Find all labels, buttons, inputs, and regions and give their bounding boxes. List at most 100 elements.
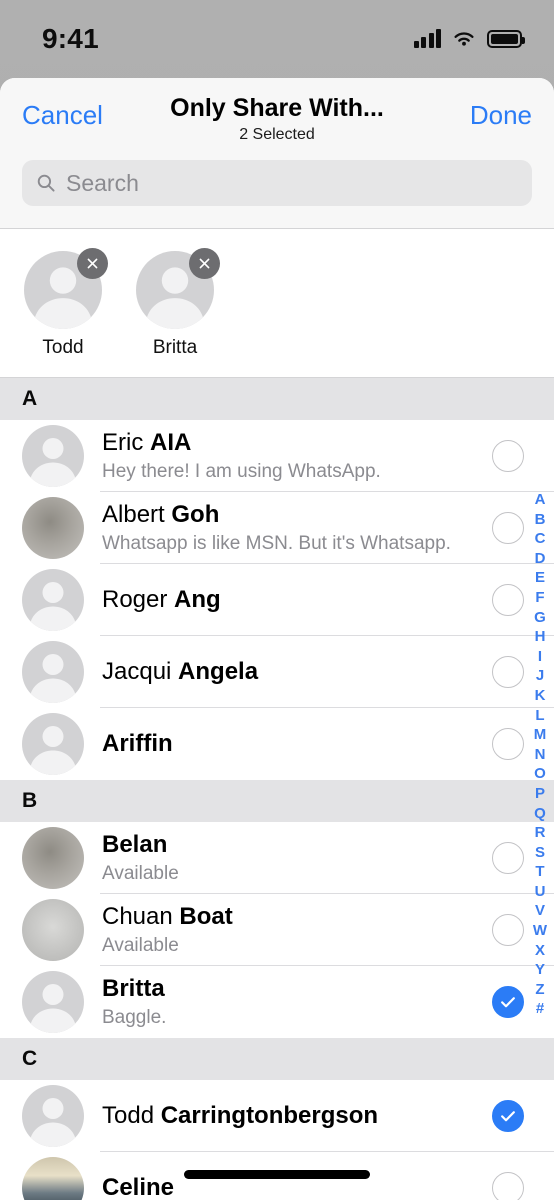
- contact-name: Britta: [102, 975, 482, 1004]
- checkbox-selected[interactable]: [492, 986, 524, 1018]
- index-letter[interactable]: K: [535, 686, 546, 706]
- selected-chip: Britta: [134, 248, 220, 359]
- contact-last-name: Carringtonbergson: [160, 1101, 379, 1129]
- index-letter[interactable]: S: [535, 843, 545, 863]
- contact-row[interactable]: Chuan Boat Available: [0, 894, 554, 966]
- checkbox-unselected[interactable]: [492, 656, 524, 688]
- index-letter[interactable]: W: [533, 921, 547, 941]
- contact-avatar: [22, 1157, 84, 1200]
- cellular-bars-icon: [413, 29, 441, 48]
- contact-row[interactable]: Todd Carringtonbergson: [0, 1080, 554, 1152]
- contact-text: Todd Carringtonbergson: [102, 1102, 492, 1131]
- index-letter[interactable]: E: [535, 568, 545, 588]
- index-letter[interactable]: J: [536, 666, 544, 686]
- wifi-icon: [454, 32, 474, 46]
- contact-avatar: [22, 641, 84, 703]
- contact-status: Baggle.: [102, 1006, 167, 1028]
- index-letter[interactable]: A: [535, 490, 546, 510]
- contact-first-name: Roger: [102, 585, 175, 613]
- contact-first-name: Eric: [102, 429, 150, 457]
- close-icon: [199, 258, 210, 269]
- contact-status: Available: [102, 934, 179, 956]
- remove-chip-button[interactable]: [77, 248, 108, 279]
- section-header: C: [0, 1038, 554, 1080]
- checkbox-unselected[interactable]: [492, 914, 524, 946]
- contact-name: Chuan Boat: [102, 903, 482, 932]
- index-letter[interactable]: L: [535, 706, 544, 726]
- index-letter[interactable]: O: [534, 764, 546, 784]
- checkbox-unselected[interactable]: [492, 440, 524, 472]
- index-letter[interactable]: Z: [535, 980, 544, 1000]
- status-icons: [413, 29, 525, 48]
- index-letter[interactable]: B: [535, 510, 546, 530]
- person-placeholder-icon: [30, 984, 76, 1033]
- contact-text: Albert Goh Whatsapp is like MSN. But it's…: [102, 501, 492, 555]
- contact-text: Jacqui Angela: [102, 658, 492, 687]
- alphabet-index[interactable]: A B C D E F G H I J K L M N O P Q R S T U V W X Y Z #: [529, 490, 551, 1019]
- contact-text: Belan Available: [102, 831, 492, 885]
- contact-text: Britta Baggle.: [102, 975, 492, 1029]
- index-letter[interactable]: C: [535, 529, 546, 549]
- contact-first-name: Jacqui: [102, 657, 179, 685]
- contact-name: Jacqui Angela: [102, 658, 482, 687]
- index-letter[interactable]: Q: [534, 804, 546, 824]
- index-letter[interactable]: I: [538, 647, 542, 667]
- contact-row[interactable]: Ariffin: [0, 708, 554, 780]
- home-indicator: [184, 1170, 370, 1179]
- contact-row[interactable]: Roger Ang: [0, 564, 554, 636]
- search-container: Search: [0, 160, 554, 228]
- contact-row[interactable]: Belan Available: [0, 822, 554, 894]
- check-icon: [501, 1111, 515, 1122]
- contact-last-name: Britta: [102, 975, 165, 1003]
- contact-avatar: [22, 899, 84, 961]
- contact-avatar: [22, 1085, 84, 1147]
- index-letter[interactable]: H: [535, 627, 546, 647]
- contact-last-name: Goh: [171, 501, 220, 529]
- search-placeholder: Search: [66, 169, 139, 196]
- contact-list[interactable]: A Eric AIA Hey there! I am using WhatsApp.…: [0, 378, 554, 1200]
- checkbox-unselected[interactable]: [492, 728, 524, 760]
- index-letter[interactable]: Y: [535, 960, 545, 980]
- checkbox-unselected[interactable]: [492, 584, 524, 616]
- contact-last-name: Angela: [178, 657, 259, 685]
- section-header: B: [0, 780, 554, 822]
- contact-row[interactable]: Albert Goh Whatsapp is like MSN. But it's…: [0, 492, 554, 564]
- contact-last-name: Ang: [174, 585, 221, 613]
- selected-chip: Todd: [22, 248, 108, 359]
- search-input[interactable]: Search: [22, 160, 532, 206]
- index-letter[interactable]: F: [535, 588, 544, 608]
- index-letter[interactable]: #: [536, 999, 544, 1019]
- person-placeholder-icon: [30, 726, 76, 775]
- index-letter[interactable]: X: [535, 941, 545, 961]
- chip-name: Britta: [152, 337, 198, 358]
- index-letter[interactable]: N: [535, 745, 546, 765]
- contact-avatar: [22, 497, 84, 559]
- index-letter[interactable]: D: [535, 549, 546, 569]
- contact-last-name: Boat: [179, 903, 233, 931]
- contact-text: Chuan Boat Available: [102, 903, 492, 957]
- index-letter[interactable]: V: [535, 901, 545, 921]
- index-letter[interactable]: G: [534, 608, 546, 628]
- contact-row[interactable]: Britta Baggle.: [0, 966, 554, 1038]
- contact-row[interactable]: Eric AIA Hey there! I am using WhatsApp.: [0, 420, 554, 492]
- contact-status: Available: [102, 862, 179, 884]
- contact-text: Eric AIA Hey there! I am using WhatsApp.: [102, 429, 492, 483]
- checkbox-unselected[interactable]: [492, 512, 524, 544]
- contact-text: Roger Ang: [102, 586, 492, 615]
- contact-row[interactable]: Jacqui Angela: [0, 636, 554, 708]
- index-letter[interactable]: R: [535, 823, 546, 843]
- contact-first-name: Todd: [102, 1101, 161, 1129]
- remove-chip-button[interactable]: [189, 248, 220, 279]
- index-letter[interactable]: M: [534, 725, 547, 745]
- checkbox-selected[interactable]: [492, 1100, 524, 1132]
- index-letter[interactable]: U: [535, 882, 546, 902]
- checkbox-unselected[interactable]: [492, 1172, 524, 1200]
- checkbox-unselected[interactable]: [492, 842, 524, 874]
- index-letter[interactable]: P: [535, 784, 545, 804]
- contact-last-name: Ariffin: [102, 729, 173, 757]
- share-sheet: Cancel Only Share With... 2 Selected Don…: [0, 78, 554, 1200]
- contact-first-name: Chuan: [102, 903, 180, 931]
- person-placeholder-icon: [30, 438, 76, 487]
- done-button[interactable]: Done: [470, 100, 532, 131]
- index-letter[interactable]: T: [535, 862, 544, 882]
